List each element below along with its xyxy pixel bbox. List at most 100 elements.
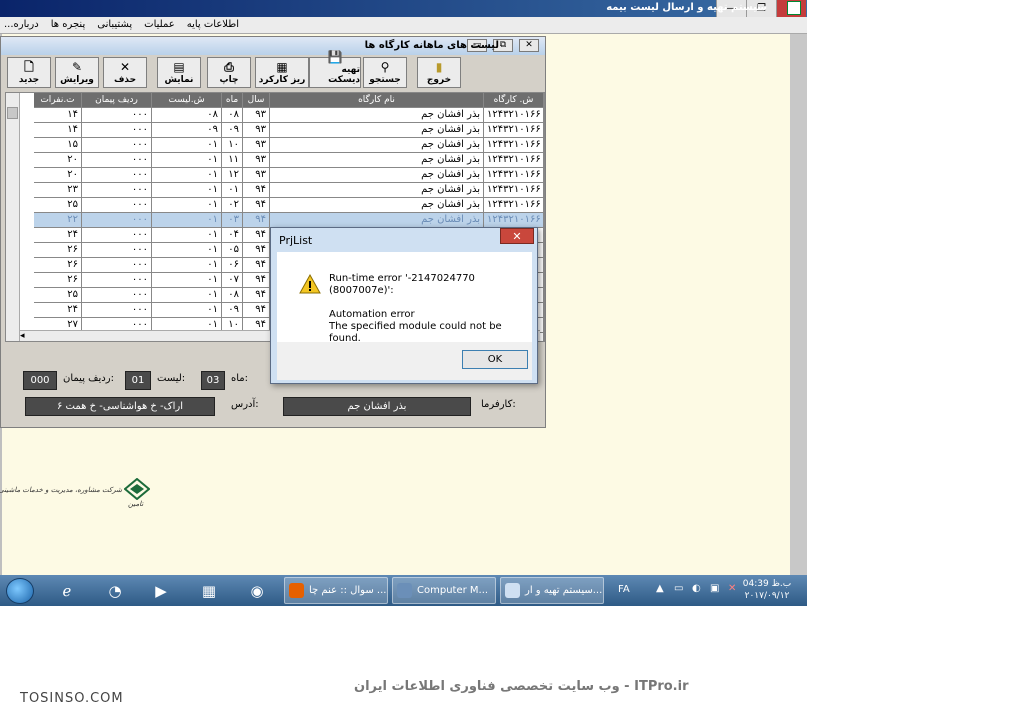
scroll-left-icon[interactable]: ◂ xyxy=(20,331,25,341)
vertical-scrollbar[interactable] xyxy=(6,93,20,341)
col-workshop-name[interactable]: نام کارگاه xyxy=(270,93,484,108)
view-button[interactable]: ▤ نمایش xyxy=(157,57,201,88)
cell-list-no[interactable]: ۰۱ xyxy=(152,228,222,243)
prepare-disk-button[interactable]: 💾 تهیه دیسکت xyxy=(309,51,361,88)
cell-list-no[interactable]: ۰۱ xyxy=(152,198,222,213)
cell-list-no[interactable]: ۰۱ xyxy=(152,183,222,198)
cell-list-no[interactable]: ۰۱ xyxy=(152,168,222,183)
media-player-icon[interactable]: ▶ xyxy=(144,578,178,604)
table-row[interactable]: ۱۲۴۳۲۱۰۱۶۶ بذر افشان جم ۹۳ ۱۱ ۰۱ ۰۰۰ ۲۰ xyxy=(20,153,544,168)
cell-headcount[interactable]: ۲۲ xyxy=(34,213,82,228)
tray-show-icons[interactable]: ▲ xyxy=(656,583,664,594)
cell-year[interactable]: ۹۴ xyxy=(243,243,270,258)
tray-volume-muted-icon[interactable]: ✕ xyxy=(728,583,736,594)
cell-month[interactable]: ۰۳ xyxy=(222,213,243,228)
table-row[interactable]: ۱۲۴۳۲۱۰۱۶۶ بذر افشان جم ۹۳ ۱۰ ۰۱ ۰۰۰ ۱۵ xyxy=(20,138,544,153)
cell-workshop-name[interactable]: بذر افشان جم xyxy=(270,168,484,183)
cell-list-no[interactable]: ۰۱ xyxy=(152,273,222,288)
cell-contract-row[interactable]: ۰۰۰ xyxy=(82,198,152,213)
cell-month[interactable]: ۰۹ xyxy=(222,123,243,138)
search-button[interactable]: ⚲ جستجو xyxy=(363,57,407,88)
cell-workshop-name[interactable]: بذر افشان جم xyxy=(270,183,484,198)
cell-workshop-name[interactable]: بذر افشان جم xyxy=(270,108,484,123)
cell-year[interactable]: ۹۳ xyxy=(243,153,270,168)
table-row[interactable]: ۱۲۴۳۲۱۰۱۶۶ بذر افشان جم ۹۳ ۰۹ ۰۹ ۰۰۰ ۱۴ xyxy=(20,123,544,138)
cell-workshop-id[interactable]: ۱۲۴۳۲۱۰۱۶۶ xyxy=(484,123,544,138)
cell-contract-row[interactable]: ۰۰۰ xyxy=(82,153,152,168)
cell-workshop-name[interactable]: بذر افشان جم xyxy=(270,213,484,228)
menu-item-operations[interactable]: عملیات xyxy=(144,19,175,30)
month-field[interactable]: 03 xyxy=(201,371,225,390)
cell-month[interactable]: ۰۴ xyxy=(222,228,243,243)
cell-workshop-id[interactable]: ۱۲۴۳۲۱۰۱۶۶ xyxy=(484,213,544,228)
tray-security-icon[interactable]: ◐ xyxy=(692,583,701,594)
table-row[interactable]: ۱۲۴۳۲۱۰۱۶۶ بذر افشان جم ۹۴ ۰۳ ۰۱ ۰۰۰ ۲۲ xyxy=(20,213,544,228)
cell-workshop-id[interactable]: ۱۲۴۳۲۱۰۱۶۶ xyxy=(484,198,544,213)
menu-item-windows[interactable]: پنجره ها xyxy=(51,19,86,30)
cell-month[interactable]: ۱۲ xyxy=(222,168,243,183)
cell-year[interactable]: ۹۴ xyxy=(243,213,270,228)
cell-year[interactable]: ۹۳ xyxy=(243,108,270,123)
menu-item-support[interactable]: پشتیبانی xyxy=(97,19,132,30)
cell-workshop-id[interactable]: ۱۲۴۳۲۱۰۱۶۶ xyxy=(484,108,544,123)
cell-contract-row[interactable]: ۰۰۰ xyxy=(82,108,152,123)
cell-workshop-id[interactable]: ۱۲۴۳۲۱۰۱۶۶ xyxy=(484,153,544,168)
table-row[interactable]: ۱۲۴۳۲۱۰۱۶۶ بذر افشان جم ۹۳ ۰۸ ۰۸ ۰۰۰ ۱۴ xyxy=(20,108,544,123)
cell-contract-row[interactable]: ۰۰۰ xyxy=(82,288,152,303)
calendar-icon[interactable]: ▦ xyxy=(192,578,226,604)
tray-network-icon[interactable]: ▭ xyxy=(674,583,683,594)
cell-month[interactable]: ۰۲ xyxy=(222,198,243,213)
cell-year[interactable]: ۹۴ xyxy=(243,198,270,213)
cell-list-no[interactable]: ۰۱ xyxy=(152,288,222,303)
cell-year[interactable]: ۹۴ xyxy=(243,228,270,243)
cell-list-no[interactable]: ۰۱ xyxy=(152,243,222,258)
task-insurance-app[interactable]: سیستم تهیه و ار... xyxy=(500,577,604,604)
col-contract-row[interactable]: ردیف پیمان xyxy=(82,93,152,108)
cell-year[interactable]: ۹۴ xyxy=(243,303,270,318)
cell-workshop-name[interactable]: بذر افشان جم xyxy=(270,198,484,213)
task-computer-management[interactable]: Computer M... xyxy=(392,577,496,604)
cell-contract-row[interactable]: ۰۰۰ xyxy=(82,258,152,273)
cell-workshop-name[interactable]: بذر افشان جم xyxy=(270,138,484,153)
cell-headcount[interactable]: ۲۶ xyxy=(34,258,82,273)
col-year[interactable]: سال xyxy=(243,93,270,108)
table-row[interactable]: ۱۲۴۳۲۱۰۱۶۶ بذر افشان جم ۹۴ ۰۱ ۰۱ ۰۰۰ ۲۳ xyxy=(20,183,544,198)
delete-button[interactable]: ✕ حذف xyxy=(103,57,147,88)
cell-year[interactable]: ۹۴ xyxy=(243,288,270,303)
cell-year[interactable]: ۹۳ xyxy=(243,123,270,138)
table-row[interactable]: ۱۲۴۳۲۱۰۱۶۶ بذر افشان جم ۹۳ ۱۲ ۰۱ ۰۰۰ ۲۰ xyxy=(20,168,544,183)
cell-list-no[interactable]: ۰۱ xyxy=(152,303,222,318)
chrome-icon[interactable]: ◉ xyxy=(240,578,274,604)
child-close-button[interactable]: ✕ xyxy=(519,39,539,52)
exit-button[interactable]: ▮ خروج xyxy=(417,57,461,88)
cell-headcount[interactable]: ۱۵ xyxy=(34,138,82,153)
cell-list-no[interactable]: ۰۱ xyxy=(152,258,222,273)
cell-headcount[interactable]: ۲۴ xyxy=(34,303,82,318)
edit-button[interactable]: ✎ ویرایش xyxy=(55,57,99,88)
cell-workshop-name[interactable]: بذر افشان جم xyxy=(270,153,484,168)
col-workshop-id[interactable]: ش. کارگاه xyxy=(484,93,544,108)
print-button[interactable]: ⎙ چاپ xyxy=(207,57,251,88)
col-month[interactable]: ماه xyxy=(222,93,243,108)
language-indicator[interactable]: FA xyxy=(618,584,630,595)
cell-year[interactable]: ۹۳ xyxy=(243,138,270,153)
cell-list-no[interactable]: ۰۸ xyxy=(152,108,222,123)
cell-workshop-id[interactable]: ۱۲۴۳۲۱۰۱۶۶ xyxy=(484,183,544,198)
menu-item-about[interactable]: درباره... xyxy=(4,19,39,30)
start-button[interactable] xyxy=(6,578,34,604)
cell-headcount[interactable]: ۲۳ xyxy=(34,183,82,198)
cell-month[interactable]: ۱۱ xyxy=(222,153,243,168)
cell-headcount[interactable]: ۲۶ xyxy=(34,243,82,258)
cell-list-no[interactable]: ۰۱ xyxy=(152,138,222,153)
employer-field[interactable]: بذر افشان جم xyxy=(283,397,471,416)
cell-month[interactable]: ۰۸ xyxy=(222,108,243,123)
cell-month[interactable]: ۱۰ xyxy=(222,138,243,153)
new-button[interactable]: 🗋 جدید xyxy=(7,57,51,88)
cell-month[interactable]: ۰۵ xyxy=(222,243,243,258)
cell-headcount[interactable]: ۱۴ xyxy=(34,123,82,138)
dialog-close-button[interactable]: ✕ xyxy=(500,228,534,244)
cell-contract-row[interactable]: ۰۰۰ xyxy=(82,138,152,153)
cell-contract-row[interactable]: ۰۰۰ xyxy=(82,228,152,243)
cell-contract-row[interactable]: ۰۰۰ xyxy=(82,243,152,258)
cell-year[interactable]: ۹۴ xyxy=(243,183,270,198)
